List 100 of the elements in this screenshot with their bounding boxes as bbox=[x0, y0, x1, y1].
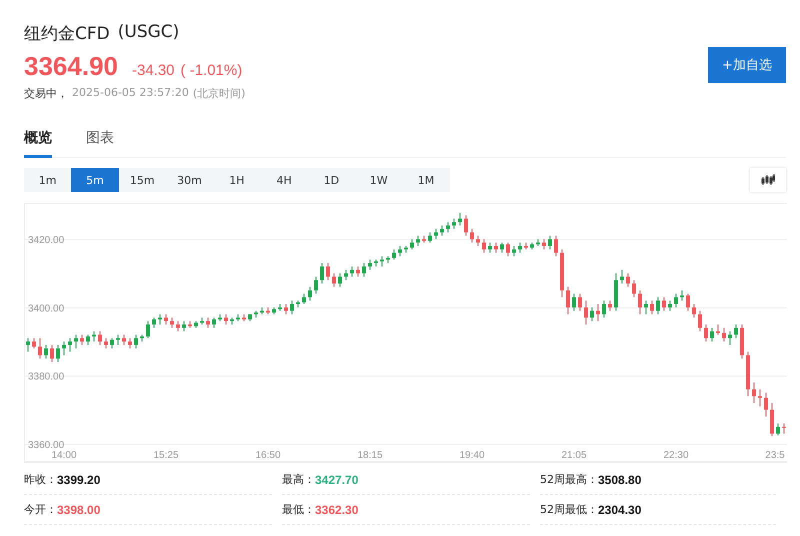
candlestick bbox=[158, 314, 162, 325]
stat-value: 3427.70 bbox=[315, 472, 358, 486]
chart-type-button[interactable] bbox=[750, 168, 786, 192]
price-change-percent: ( -1.01%) bbox=[180, 62, 242, 79]
candlestick bbox=[308, 286, 312, 302]
candlestick bbox=[314, 276, 318, 294]
candlestick bbox=[554, 235, 558, 257]
candlestick bbox=[548, 235, 552, 250]
candlestick bbox=[290, 300, 294, 315]
y-axis-label: 3400.00 bbox=[28, 303, 64, 314]
candlestick-icon bbox=[761, 174, 775, 186]
candlestick bbox=[44, 344, 48, 360]
candlestick bbox=[446, 222, 450, 233]
stat-label: 今开： bbox=[24, 502, 57, 517]
candlestick bbox=[470, 228, 474, 244]
interval-button[interactable]: 1D bbox=[308, 168, 356, 192]
candlestick bbox=[602, 300, 606, 318]
stat-label: 52周最高： bbox=[540, 472, 598, 487]
timestamp: 2025-06-05 23:57:20 bbox=[72, 86, 189, 101]
interval-button[interactable]: 1m bbox=[24, 168, 72, 192]
x-axis-label: 23:5 bbox=[765, 450, 785, 461]
interval-button[interactable]: 4H bbox=[260, 168, 308, 192]
candlestick bbox=[128, 338, 132, 349]
candlestick bbox=[284, 304, 288, 315]
candlestick bbox=[110, 338, 114, 349]
candlestick bbox=[572, 293, 576, 312]
y-axis-label: 3420.00 bbox=[28, 235, 64, 246]
candlestick bbox=[302, 293, 306, 304]
candlestick bbox=[758, 388, 762, 407]
candlestick bbox=[206, 317, 210, 328]
candlestick bbox=[392, 248, 396, 260]
candlestick bbox=[332, 272, 336, 288]
candlestick bbox=[668, 300, 672, 312]
candlestick bbox=[362, 262, 366, 278]
candlestick bbox=[224, 314, 228, 325]
tab[interactable]: 概览 bbox=[24, 125, 52, 158]
candlestick bbox=[728, 330, 732, 346]
candlestick bbox=[506, 242, 510, 257]
interval-button[interactable]: 30m bbox=[166, 168, 214, 192]
candlestick bbox=[452, 218, 456, 230]
candlestick bbox=[488, 242, 492, 254]
trading-status: 交易中， bbox=[24, 86, 68, 101]
candlestick bbox=[464, 214, 468, 236]
candlestick bbox=[50, 344, 54, 363]
instrument-name: 纽约金CFD bbox=[24, 23, 110, 45]
candlestick bbox=[440, 225, 444, 236]
candlestick bbox=[674, 293, 678, 308]
candlestick bbox=[584, 300, 588, 325]
stat-label: 最低： bbox=[282, 502, 315, 517]
stat-value: 2304.30 bbox=[598, 502, 642, 516]
candlestick bbox=[632, 280, 636, 298]
add-watchlist-button[interactable]: +加自选 bbox=[708, 47, 786, 83]
candlestick bbox=[656, 296, 660, 315]
price-change: -34.30 bbox=[132, 62, 175, 79]
candlestick bbox=[326, 262, 330, 281]
candlestick bbox=[56, 344, 60, 363]
candlestick bbox=[776, 422, 780, 436]
candlestick bbox=[626, 272, 630, 288]
tab[interactable]: 图表 bbox=[86, 125, 114, 158]
candlestick bbox=[92, 330, 96, 342]
candlestick bbox=[380, 256, 384, 267]
candlestick bbox=[356, 266, 360, 278]
interval-button[interactable]: 5m bbox=[71, 168, 119, 192]
candlestick bbox=[686, 293, 690, 312]
candlestick bbox=[662, 296, 666, 312]
candlestick bbox=[338, 272, 342, 288]
x-axis-label: 18:15 bbox=[357, 450, 383, 461]
candlestick bbox=[608, 300, 612, 312]
interval-button[interactable]: 15m bbox=[118, 168, 166, 192]
candlestick bbox=[26, 338, 30, 352]
candlestick bbox=[494, 242, 498, 254]
candlestick bbox=[410, 238, 414, 250]
stat-label: 昨收： bbox=[24, 472, 57, 487]
candlestick bbox=[644, 300, 648, 315]
candlestick bbox=[692, 304, 696, 318]
x-axis-label: 19:40 bbox=[459, 450, 485, 461]
candlestick bbox=[164, 314, 168, 325]
candlestick bbox=[134, 334, 138, 349]
candlestick bbox=[122, 334, 126, 346]
x-axis-label: 16:50 bbox=[255, 450, 281, 461]
candlestick bbox=[512, 245, 516, 257]
candlestick bbox=[74, 334, 78, 349]
candlestick bbox=[116, 334, 120, 346]
stat-value: 3508.80 bbox=[598, 472, 642, 486]
interval-button[interactable]: 1M bbox=[402, 168, 450, 192]
candlestick bbox=[638, 290, 642, 315]
candlestick bbox=[476, 235, 480, 246]
stat-label: 52周最低： bbox=[540, 502, 598, 517]
candlestick bbox=[542, 238, 546, 250]
candlestick bbox=[68, 338, 72, 352]
interval-button[interactable]: 1H bbox=[213, 168, 260, 192]
x-axis-label: 15:25 bbox=[153, 450, 179, 461]
stat-value: 3398.00 bbox=[57, 502, 100, 516]
candlestick bbox=[458, 212, 462, 226]
interval-button[interactable]: 1W bbox=[355, 168, 402, 192]
candlestick bbox=[566, 286, 570, 315]
candlestick bbox=[764, 392, 768, 418]
candlestick bbox=[146, 320, 150, 339]
candlestick bbox=[518, 242, 522, 254]
candlestick bbox=[416, 235, 420, 246]
